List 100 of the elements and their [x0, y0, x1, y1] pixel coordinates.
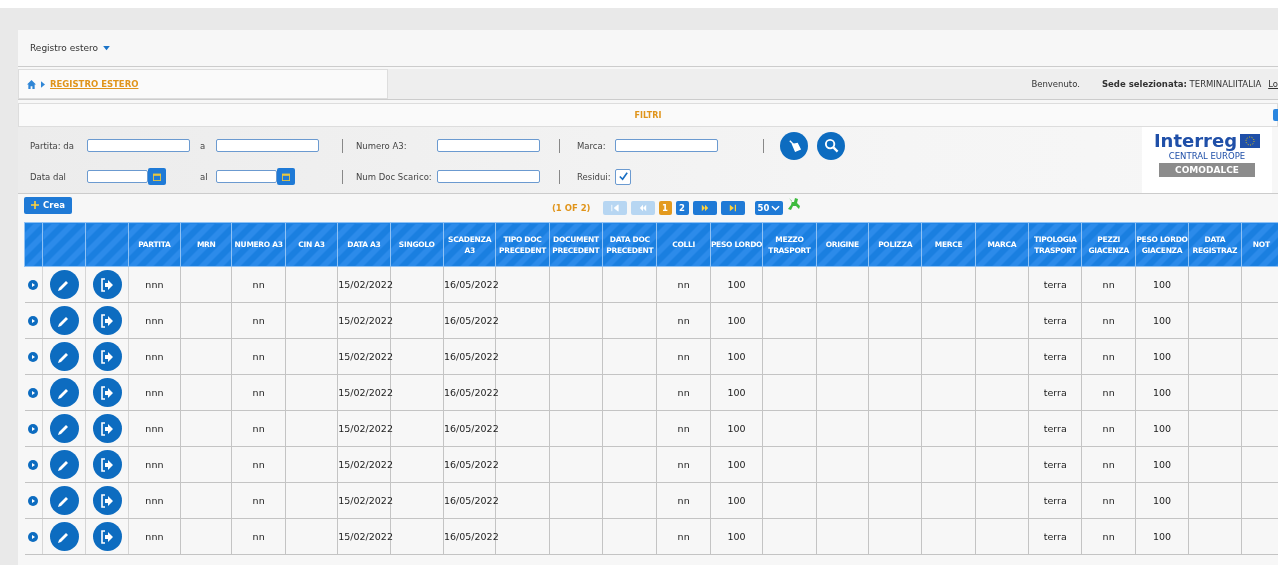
cell-text: nn — [1102, 279, 1115, 290]
edit-button[interactable] — [49, 270, 79, 299]
cell-text: 16/05/2022 — [443, 279, 499, 290]
exit-button[interactable] — [92, 342, 122, 371]
cell-text: 16/05/2022 — [443, 531, 499, 542]
home-icon — [27, 79, 36, 89]
last-page-button[interactable] — [720, 201, 745, 215]
logo-title: Interreg — [1153, 131, 1238, 151]
cell-text: nn — [1102, 495, 1115, 506]
page-number[interactable]: 1 — [658, 201, 672, 215]
field-label: Marca: — [577, 140, 607, 151]
cell-text: nnn — [145, 279, 164, 290]
cell-text: 100 — [1152, 423, 1172, 434]
cell-text: 100 — [1152, 531, 1172, 542]
cell-text: 16/05/2022 — [443, 315, 499, 326]
cell-text: nn — [1102, 315, 1115, 326]
plus-icon — [31, 201, 39, 209]
edit-button[interactable] — [49, 306, 79, 335]
cell-text: terra — [1043, 315, 1067, 326]
cell-text: 15/02/2022 — [338, 423, 393, 434]
cell-text: terra — [1043, 531, 1067, 542]
edit-button[interactable] — [49, 342, 79, 371]
cell-text: 15/02/2022 — [338, 459, 393, 470]
cell-text: terra — [1043, 279, 1067, 290]
cell-text: nn — [1102, 387, 1115, 398]
exit-button[interactable] — [92, 414, 122, 443]
cell-text: 15/02/2022 — [338, 531, 393, 542]
date-field[interactable] — [87, 170, 148, 183]
cell-text: nn — [252, 315, 265, 326]
edit-button[interactable] — [49, 414, 79, 443]
exit-button[interactable] — [92, 450, 122, 479]
edit-button[interactable] — [49, 486, 79, 515]
cell-text: 15/02/2022 — [338, 315, 393, 326]
logo-subtitle: CENTRAL EUROPE — [1168, 151, 1246, 161]
cell-text: nn — [677, 495, 690, 506]
cell-text: 100 — [1152, 387, 1172, 398]
cell-text: nn — [677, 279, 690, 290]
input-field[interactable] — [437, 139, 540, 152]
cell-text: nnn — [145, 495, 164, 506]
exit-button[interactable] — [92, 522, 122, 551]
cell-text: terra — [1043, 387, 1067, 398]
cell-text: 100 — [1152, 495, 1172, 506]
arrow-exit-icon — [99, 312, 116, 329]
breadcrumb-link[interactable]: REGISTRO ESTERO — [50, 79, 139, 89]
cell-text: nn — [252, 531, 265, 542]
cell-text: nn — [252, 387, 265, 398]
menu-dropdown[interactable]: Registro estero — [30, 43, 110, 53]
cell-text: 100 — [1152, 459, 1172, 470]
create-button[interactable]: Crea — [24, 196, 72, 214]
cell-text: 100 — [727, 279, 746, 290]
edit-button[interactable] — [49, 378, 79, 407]
cell-text: 100 — [727, 531, 746, 542]
filter-title: FILTRI — [634, 110, 662, 120]
arrow-exit-icon — [99, 384, 116, 401]
cell-text: terra — [1043, 423, 1067, 434]
cell-text: nnn — [145, 387, 164, 398]
search-button[interactable] — [817, 131, 845, 160]
flag-icon — [1240, 134, 1261, 148]
cell-text: 100 — [727, 459, 746, 470]
input-field[interactable] — [216, 139, 319, 152]
input-field[interactable] — [615, 139, 718, 152]
arrow-exit-icon — [99, 528, 116, 545]
cell-text: nn — [1102, 531, 1115, 542]
field-label: a — [200, 140, 207, 151]
check-icon — [617, 171, 629, 182]
cell-text: nn — [1102, 423, 1115, 434]
cell-text: nn — [677, 423, 690, 434]
field-label: al — [200, 171, 209, 182]
field-label: Partita: da — [30, 140, 75, 151]
cell-text: nnn — [145, 351, 164, 362]
cell-text: nnn — [145, 423, 164, 434]
page-number[interactable]: 2 — [675, 201, 689, 215]
caret-icon — [103, 45, 110, 51]
date-field[interactable] — [216, 170, 277, 183]
cell-text: nn — [1102, 351, 1115, 362]
next-page-button[interactable] — [692, 201, 717, 215]
header-link[interactable]: Lo — [1268, 79, 1278, 89]
edit-button[interactable] — [49, 522, 79, 551]
cell-text: nn — [252, 459, 265, 470]
cell-text: 16/05/2022 — [443, 351, 499, 362]
calendar-button[interactable] — [277, 168, 295, 185]
cell-text: 16/05/2022 — [443, 495, 499, 506]
edit-button[interactable] — [49, 450, 79, 479]
cell-text: nnn — [145, 459, 164, 470]
site-text: Sede selezionata: TERMINALIITALIA — [1101, 79, 1262, 89]
input-field[interactable] — [87, 139, 190, 152]
exit-button[interactable] — [92, 306, 122, 335]
header-cell — [85, 222, 129, 267]
cell-text: nn — [677, 387, 690, 398]
cell-text: 16/05/2022 — [443, 459, 499, 470]
calendar-button[interactable] — [148, 168, 166, 185]
chevron-down-icon — [771, 205, 781, 211]
input-field[interactable] — [437, 170, 540, 183]
page-size-select[interactable]: 50 — [754, 201, 784, 215]
checkbox[interactable] — [615, 168, 631, 185]
cell-text: 100 — [727, 387, 746, 398]
clear-button[interactable] — [780, 131, 808, 160]
exit-button[interactable] — [92, 378, 122, 407]
exit-button[interactable] — [92, 486, 122, 515]
exit-button[interactable] — [92, 270, 122, 299]
